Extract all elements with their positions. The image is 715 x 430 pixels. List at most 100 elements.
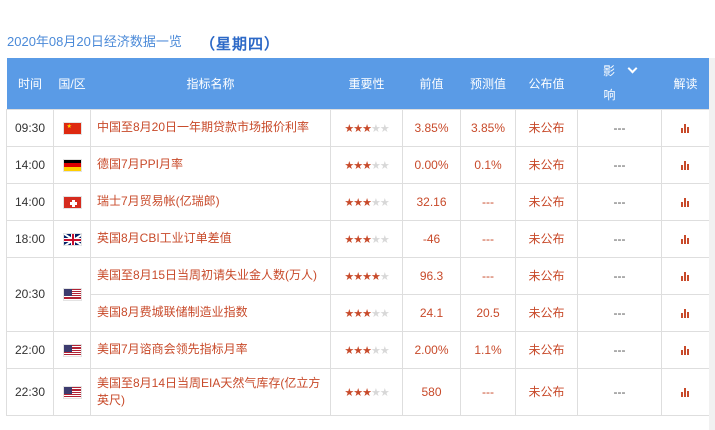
row-analysis[interactable] <box>661 108 710 147</box>
usa-flag-icon <box>62 288 82 302</box>
row-impact: --- <box>577 108 662 147</box>
col-actual: 公布值 <box>528 76 565 91</box>
row-region <box>53 145 91 184</box>
impact-label-line2: 响 <box>603 88 616 103</box>
row-time: 09:30 <box>6 108 54 147</box>
bar-chart-icon[interactable] <box>680 271 691 281</box>
row-analysis[interactable] <box>661 367 710 416</box>
row-time: 22:00 <box>6 330 54 369</box>
table-row[interactable]: 美国8月费城联储制造业指数 ★★★★★ 24.1 20.5 未公布 --- <box>7 293 710 332</box>
row-previous: -46 <box>402 219 461 258</box>
row-indicator-name[interactable]: 美国至8月14日当周EIA天然气库存(亿立方英尺) <box>90 367 331 416</box>
row-previous: 24.1 <box>402 293 461 332</box>
importance-stars-icon: ★★★★★ <box>344 344 389 357</box>
scrollbar[interactable] <box>709 58 715 430</box>
bar-chart-icon[interactable] <box>680 197 691 207</box>
row-forecast: --- <box>460 256 516 295</box>
row-forecast: --- <box>460 182 516 221</box>
row-region: ★ <box>53 108 91 147</box>
table-row[interactable]: 14:00 德国7月PPI月率 ★★★★★ 0.00% 0.1% 未公布 --- <box>6 145 710 184</box>
row-actual: 未公布 <box>515 330 578 369</box>
col-analysis: 解读 <box>673 76 698 91</box>
row-analysis[interactable] <box>661 145 710 184</box>
row-importance: ★★★★★ <box>330 256 403 295</box>
row-impact: --- <box>577 219 662 258</box>
row-indicator-name[interactable]: 英国8月CBI工业订单差值 <box>90 219 331 258</box>
importance-stars-icon: ★★★★★ <box>344 122 389 135</box>
bar-chart-icon[interactable] <box>680 123 691 133</box>
bar-chart-icon[interactable] <box>680 234 691 244</box>
impact-label-line1: 影 <box>602 64 615 79</box>
row-previous: 3.85% <box>402 108 461 147</box>
bar-chart-icon[interactable] <box>680 387 691 397</box>
switzerland-flag-icon <box>62 195 82 209</box>
row-analysis[interactable] <box>661 330 710 369</box>
row-forecast: 1.1% <box>460 330 516 369</box>
row-region <box>53 367 91 416</box>
col-time: 时间 <box>17 76 42 91</box>
importance-stars-icon: ★★★★★ <box>344 270 389 283</box>
row-region <box>53 219 91 258</box>
bar-chart-icon[interactable] <box>680 160 691 170</box>
row-time: 20:30 <box>6 256 54 332</box>
row-forecast: 0.1% <box>460 145 516 184</box>
bar-chart-icon[interactable] <box>680 308 691 318</box>
table-row[interactable]: 14:00 瑞士7月贸易帐(亿瑞郎) ★★★★★ 32.16 --- 未公布 --- <box>6 182 710 221</box>
table-row[interactable]: 22:30 美国至8月14日当周EIA天然气库存(亿立方英尺) ★★★★★ 580 --… <box>6 367 710 416</box>
row-indicator-name[interactable]: 美国8月费城联储制造业指数 <box>90 293 331 332</box>
row-actual: 未公布 <box>515 108 578 147</box>
row-importance: ★★★★★ <box>330 330 403 369</box>
col-importance: 重要性 <box>348 76 385 91</box>
table-row[interactable]: 20:30 美国至8月15日当周初请失业金人数(万人) ★★★★★ 96.3 --- 未公… <box>6 256 710 332</box>
row-actual: 未公布 <box>515 367 578 416</box>
col-previous: 前值 <box>419 76 444 91</box>
table-row[interactable]: 09:30 ★ 中国至8月20日一年期贷款市场报价利率 ★★★★★ 3.85% 3.85%… <box>6 108 710 147</box>
col-forecast: 预测值 <box>469 76 506 91</box>
page-header: 2020年08月20日经济数据一览 （星期四） <box>0 0 715 58</box>
table-row[interactable]: 22:00 美国7月谘商会领先指标月率 ★★★★★ 2.00% 1.1% 未公布 --- <box>6 330 710 369</box>
row-indicator-name[interactable]: 德国7月PPI月率 <box>90 145 331 184</box>
row-previous: 96.3 <box>402 256 461 295</box>
row-indicator-name[interactable]: 美国7月谘商会领先指标月率 <box>90 330 331 369</box>
row-impact: --- <box>577 182 662 221</box>
row-actual: 未公布 <box>515 256 578 295</box>
row-actual: 未公布 <box>515 145 578 184</box>
row-analysis[interactable] <box>661 293 710 332</box>
row-time: 22:30 <box>6 367 54 416</box>
germany-flag-icon <box>62 158 82 172</box>
row-importance: ★★★★★ <box>330 293 403 332</box>
importance-stars-icon: ★★★★★ <box>344 196 389 209</box>
row-forecast: --- <box>460 367 516 416</box>
row-analysis[interactable] <box>661 219 710 258</box>
row-impact: --- <box>577 256 662 295</box>
row-importance: ★★★★★ <box>330 145 403 184</box>
row-region <box>53 182 91 221</box>
row-importance: ★★★★★ <box>330 108 403 147</box>
importance-stars-icon: ★★★★★ <box>344 159 389 172</box>
row-analysis[interactable] <box>661 256 710 295</box>
usa-flag-icon <box>62 343 82 357</box>
bar-chart-icon[interactable] <box>680 345 691 355</box>
importance-stars-icon: ★★★★★ <box>344 233 389 246</box>
row-impact: --- <box>577 293 662 332</box>
row-forecast: 3.85% <box>460 108 516 147</box>
row-actual: 未公布 <box>515 219 578 258</box>
col-indicator: 指标名称 <box>186 76 235 91</box>
row-indicator-name[interactable]: 美国至8月15日当周初请失业金人数(万人) <box>90 256 331 295</box>
row-previous: 2.00% <box>402 330 461 369</box>
table-header-row: 时间 国/区 指标名称 重要性 前值 预测值 公布值 影 响 解读 <box>6 58 710 109</box>
row-analysis[interactable] <box>661 182 710 221</box>
importance-stars-icon: ★★★★★ <box>344 307 389 320</box>
row-impact: --- <box>577 367 662 416</box>
table-row[interactable]: 18:00 英国8月CBI工业订单差值 ★★★★★ -46 --- 未公布 --- <box>6 219 710 258</box>
row-time: 14:00 <box>6 182 54 221</box>
row-indicator-name[interactable]: 瑞士7月贸易帐(亿瑞郎) <box>90 182 331 221</box>
usa-flag-icon <box>62 385 82 399</box>
row-indicator-name[interactable]: 中国至8月20日一年期贷款市场报价利率 <box>90 108 331 147</box>
row-time: 14:00 <box>6 145 54 184</box>
chevron-down-icon[interactable] <box>627 63 638 74</box>
row-region <box>53 330 91 369</box>
weekday-label: （星期四） <box>200 36 281 53</box>
col-impact[interactable]: 影 响 <box>578 58 662 109</box>
table-body: 09:30 ★ 中国至8月20日一年期贷款市场报价利率 ★★★★★ 3.85% 3.85%… <box>6 108 710 416</box>
